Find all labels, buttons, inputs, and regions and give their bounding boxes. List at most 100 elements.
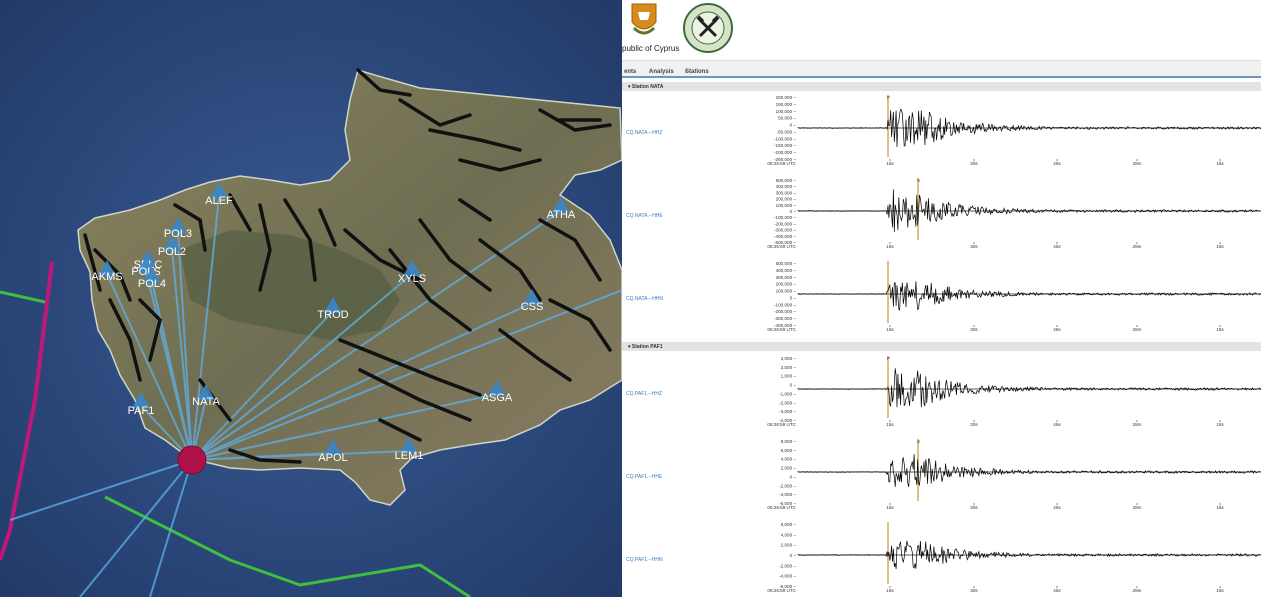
time-tick-label: 45s — [1053, 161, 1061, 166]
y-tick-label: -200,000 – — [774, 150, 796, 155]
y-tick-label: 400,000 – — [776, 184, 797, 189]
station-label: AKMS — [91, 271, 122, 283]
station-label: PAF1 — [128, 405, 155, 417]
seismic-trace — [797, 281, 1261, 311]
time-tick-label: 15s — [886, 505, 894, 510]
time-tick-label: 30s — [970, 505, 978, 510]
y-tick-label: 100,000 – — [776, 109, 797, 114]
y-tick-label: 300,000 – — [776, 190, 797, 195]
waveform-plots[interactable]: 200,000 – 150,000 – 100,000 – 50,000 – 0 – -5… — [622, 0, 1261, 597]
y-tick-label: -2,000 – — [779, 563, 796, 568]
y-tick-label: -200,000 – — [774, 221, 796, 226]
time-tick-label: 30s — [970, 327, 978, 332]
time-tick-label: 15s — [1216, 161, 1224, 166]
waveform-row[interactable]: 8,000 – 6,000 – 4,000 – 2,000 – 0 – -2,000 – -… — [767, 439, 1261, 510]
phase-pick-label: P — [887, 95, 890, 100]
y-tick-label: -100,000 – — [774, 215, 796, 220]
time-axis-start: 06:26:59 UTC — [767, 327, 796, 332]
time-tick-label: 30s — [970, 422, 978, 427]
y-tick-label: -4,000 – — [779, 574, 796, 579]
y-tick-label: 2,000 – — [781, 365, 797, 370]
y-tick-label: 6,000 – — [781, 448, 797, 453]
station-label: POL3 — [164, 228, 192, 240]
y-tick-label: 0 – — [790, 474, 797, 479]
y-tick-label: -300,000 – — [774, 316, 796, 321]
y-tick-label: -4,000 – — [779, 492, 796, 497]
time-tick-label: 30s — [970, 244, 978, 249]
y-tick-label: 200,000 – — [776, 197, 797, 202]
y-tick-label: 1,000 – — [781, 374, 797, 379]
y-tick-label: 4,000 – — [781, 457, 797, 462]
time-axis-start: 06:26:59 UTC — [767, 422, 796, 427]
y-tick-label: 150,000 – — [776, 102, 797, 107]
station-label: POL4 — [138, 278, 166, 290]
waveform-row[interactable]: 500,000 –400,000 –300,000 – 200,000 –100,… — [767, 178, 1261, 249]
station-label: XYLS — [398, 273, 426, 285]
station-label: TROD — [317, 309, 348, 321]
y-tick-label: 50,000 – — [778, 116, 796, 121]
time-tick-label: 15s — [1216, 244, 1224, 249]
station-label: ATHA — [547, 209, 576, 221]
station-label: CSS — [521, 301, 544, 313]
seismic-trace — [797, 368, 1261, 408]
time-tick-label: 15s — [1216, 505, 1224, 510]
time-tick-label: 15s — [886, 244, 894, 249]
time-tick-label: 45s — [1053, 588, 1061, 593]
y-tick-label: -3,000 – — [779, 409, 796, 414]
time-tick-label: 15s — [886, 588, 894, 593]
y-tick-label: 8,000 – — [781, 439, 797, 444]
time-tick-label: 28m — [1133, 161, 1142, 166]
waveform-row[interactable]: 500,000 –400,000 –300,000 –200,000 –100,… — [767, 261, 1261, 332]
y-tick-label: 100,000 – — [776, 203, 797, 208]
waveform-row[interactable]: 3,000 – 2,000 – 1,000 – 0 – -1,000 – -2,000 –… — [767, 356, 1261, 427]
time-tick-label: 28m — [1133, 505, 1142, 510]
map-canvas[interactable]: ALEFPOL3POL2SPLCAKMSPOLSPOL4ATHAXYLSTROD… — [0, 0, 622, 597]
time-tick-label: 15s — [886, 422, 894, 427]
time-tick-label: 45s — [1053, 244, 1061, 249]
y-tick-label: 100,000 – — [776, 289, 797, 294]
phase-pick-label: S — [917, 439, 920, 444]
time-tick-label: 28m — [1133, 422, 1142, 427]
seismic-station-map[interactable]: ALEFPOL3POL2SPLCAKMSPOLSPOL4ATHAXYLSTROD… — [0, 0, 622, 597]
time-axis-start: 06:26:59 UTC — [767, 505, 796, 510]
station-label: NATA — [192, 396, 220, 408]
waveform-row[interactable]: 200,000 – 150,000 – 100,000 – 50,000 – 0 –-5… — [767, 95, 1261, 166]
station-label: LEM1 — [395, 450, 424, 462]
y-tick-label: -150,000 – — [774, 143, 796, 148]
station-label: ASGA — [482, 392, 513, 404]
time-tick-label: 45s — [1053, 422, 1061, 427]
time-axis-start: 06:26:59 UTC — [767, 244, 796, 249]
waveform-panel: public of Cyprus ents ▾ Analysis ▾ Station… — [622, 0, 1261, 597]
y-tick-label: 3,000 – — [781, 356, 797, 361]
y-tick-label: 200,000 – — [776, 282, 797, 287]
time-axis-start: 06:26:59 UTC — [767, 588, 796, 593]
y-tick-label: 500,000 – — [776, 178, 797, 183]
waveform-row[interactable]: 6,000 – 4,000 – 2,000 – 0 – -2,000 – -4,000 –… — [767, 522, 1261, 593]
y-tick-label: 200,000 – — [776, 95, 797, 100]
y-tick-label: -2,000 – — [779, 400, 796, 405]
time-axis-start: 06:26:59 UTC — [767, 161, 796, 166]
y-tick-label: 300,000 – — [776, 275, 797, 280]
time-tick-label: 15s — [886, 327, 894, 332]
time-tick-label: 30s — [970, 161, 978, 166]
epicenter-marker[interactable] — [177, 445, 207, 475]
time-tick-label: 15s — [1216, 422, 1224, 427]
y-tick-label: 400,000 – — [776, 268, 797, 273]
y-tick-label: -2,000 – — [779, 483, 796, 488]
time-tick-label: 28m — [1133, 244, 1142, 249]
y-tick-label: -400,000 – — [774, 234, 796, 239]
y-tick-label: 4,000 – — [781, 532, 797, 537]
time-tick-label: 45s — [1053, 327, 1061, 332]
station-label: ALEF — [205, 195, 233, 207]
time-tick-label: 15s — [1216, 327, 1224, 332]
y-tick-label: -100,000 – — [774, 136, 796, 141]
time-tick-label: 45s — [1053, 505, 1061, 510]
y-tick-label: -1,000 – — [779, 391, 796, 396]
y-tick-label: -300,000 – — [774, 228, 796, 233]
time-tick-label: 28m — [1133, 327, 1142, 332]
seismic-trace — [797, 454, 1261, 487]
y-tick-label: -50,000 – — [777, 129, 797, 134]
y-tick-label: 0 – — [790, 209, 797, 214]
time-tick-label: 15s — [886, 161, 894, 166]
y-tick-label: 0 – — [790, 383, 797, 388]
